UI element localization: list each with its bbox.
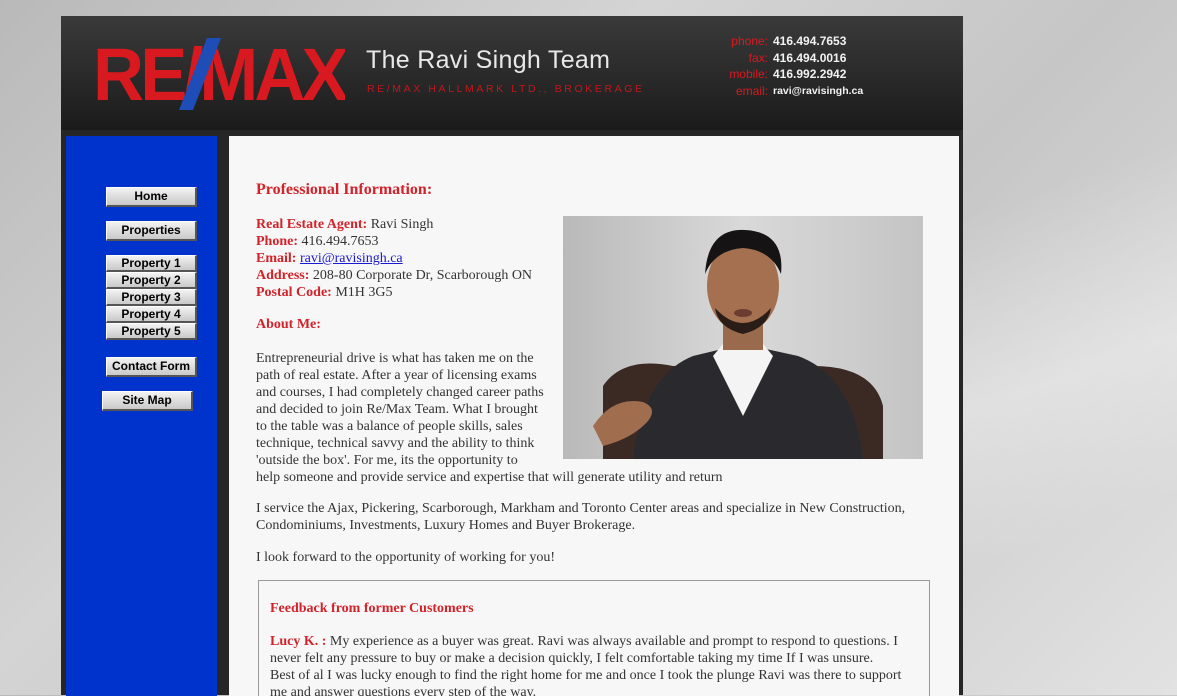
- header-mobile-row: mobile: 416.992.2942: [701, 66, 941, 83]
- header-phone-row: phone: 416.494.7653: [701, 33, 941, 50]
- closing-statement: I look forward to the opportunity of wor…: [256, 550, 555, 565]
- profile-phone-value: 416.494.7653: [301, 234, 379, 249]
- email-label: email:: [735, 83, 768, 98]
- about-me-text: Entrepreneurial drive is what has taken …: [256, 350, 736, 486]
- nav-properties-button[interactable]: Properties: [106, 221, 197, 241]
- phone-value: 416.494.7653: [773, 34, 847, 48]
- about-line: and decided to join Re/Max Team. What I …: [256, 402, 538, 417]
- professional-info: Real Estate Agent: Ravi Singh Phone: 416…: [256, 216, 556, 301]
- header-fax-row: fax: 416.494.0016: [701, 50, 941, 67]
- email-row: Email: ravi@ravisingh.ca: [256, 250, 556, 267]
- header-email-row: email: ravi@ravisingh.ca: [701, 83, 941, 100]
- testimonial-line: me and answer questions every step of th…: [270, 685, 537, 696]
- phone-label: phone:: [731, 34, 768, 48]
- service-line: Condominiums, Investments, Luxury Homes …: [256, 518, 636, 533]
- agent-value: Ravi Singh: [370, 217, 434, 232]
- postal-label: Postal Code:: [256, 285, 332, 300]
- about-me-title: About Me:: [256, 317, 321, 332]
- about-line: 'outside the box'. For me, its the oppor…: [256, 453, 518, 468]
- nav-property-4-button[interactable]: Property 4: [106, 306, 197, 323]
- page-frame: RE/MAX The Ravi Singh Team RE/MAX HALLMA…: [61, 16, 963, 696]
- nav-contact-form-button[interactable]: Contact Form: [106, 357, 197, 377]
- main-content: Professional Information: Real Estate Ag…: [229, 136, 959, 696]
- about-line: technique, technical savvy and the abili…: [256, 436, 535, 451]
- mobile-value: 416.992.2942: [773, 67, 847, 81]
- address-label: Address:: [256, 268, 310, 283]
- nav-property-3-button[interactable]: Property 3: [106, 289, 197, 306]
- nav-property-1-button[interactable]: Property 1: [106, 255, 197, 272]
- professional-info-title: Professional Information:: [256, 181, 433, 198]
- feedback-box: Feedback from former Customers Lucy K. :…: [258, 580, 930, 696]
- address-value: 208-80 Corporate Dr, Scarborough ON: [312, 268, 533, 283]
- email-link[interactable]: ravi@ravisingh.ca: [300, 251, 403, 266]
- about-line: path of real estate. After a year of lic…: [256, 368, 537, 383]
- service-line: I service the Ajax, Pickering, Scarborou…: [256, 501, 906, 516]
- phone-row: Phone: 416.494.7653: [256, 233, 556, 250]
- postal-row: Postal Code: M1H 3G5: [256, 284, 556, 301]
- testimonial-author: Lucy K. :: [270, 634, 327, 649]
- fax-value: 416.494.0016: [773, 50, 847, 65]
- nav-property-2-button[interactable]: Property 2: [106, 272, 197, 289]
- testimonial-line: never felt any pressure to buy or make a…: [270, 651, 874, 666]
- svg-text:RE/MAX: RE/MAX: [93, 38, 345, 110]
- postal-value: M1H 3G5: [335, 285, 393, 300]
- fax-label: fax:: [748, 50, 768, 65]
- nav-home-button[interactable]: Home: [106, 187, 197, 207]
- address-row: Address: 208-80 Corporate Dr, Scarboroug…: [256, 267, 556, 284]
- nav-sidebar: Home Properties Property 1 Property 2 Pr…: [66, 136, 217, 696]
- service-areas-text: I service the Ajax, Pickering, Scarborou…: [256, 500, 936, 534]
- agent-label: Real Estate Agent:: [256, 217, 368, 232]
- mobile-label: mobile:: [729, 67, 768, 81]
- about-line: to the table was a balance of people ski…: [256, 419, 523, 434]
- email-value: ravi@ravisingh.ca: [773, 84, 864, 97]
- feedback-title: Feedback from former Customers: [270, 601, 474, 616]
- nav-property-5-button[interactable]: Property 5: [106, 323, 197, 340]
- brokerage-name: RE/MAX HALLMARK LTD., BROKERAGE: [367, 83, 645, 95]
- site-header: RE/MAX The Ravi Singh Team RE/MAX HALLMA…: [61, 16, 963, 130]
- nav-site-map-button[interactable]: Site Map: [102, 391, 193, 411]
- agent-row: Real Estate Agent: Ravi Singh: [256, 216, 556, 233]
- profile-email-label: Email:: [256, 251, 297, 266]
- profile-phone-label: Phone:: [256, 234, 298, 249]
- about-line: Entrepreneurial drive is what has taken …: [256, 351, 534, 366]
- remax-logo: RE/MAX: [93, 38, 345, 110]
- testimonial-line: Best of al I was lucky enough to find th…: [270, 668, 902, 683]
- about-line: and courses, I had completely changed ca…: [256, 385, 544, 400]
- header-contact-info: phone: 416.494.7653 fax: 416.494.0016 mo…: [701, 33, 941, 99]
- testimonial-text: My experience as a buyer was great. Ravi…: [326, 634, 898, 649]
- testimonial-line: Lucy K. : My experience as a buyer was g…: [270, 633, 922, 650]
- team-name: The Ravi Singh Team: [366, 46, 611, 74]
- feedback-testimonial: Lucy K. : My experience as a buyer was g…: [270, 633, 922, 696]
- about-line: help someone and provide service and exp…: [256, 470, 723, 485]
